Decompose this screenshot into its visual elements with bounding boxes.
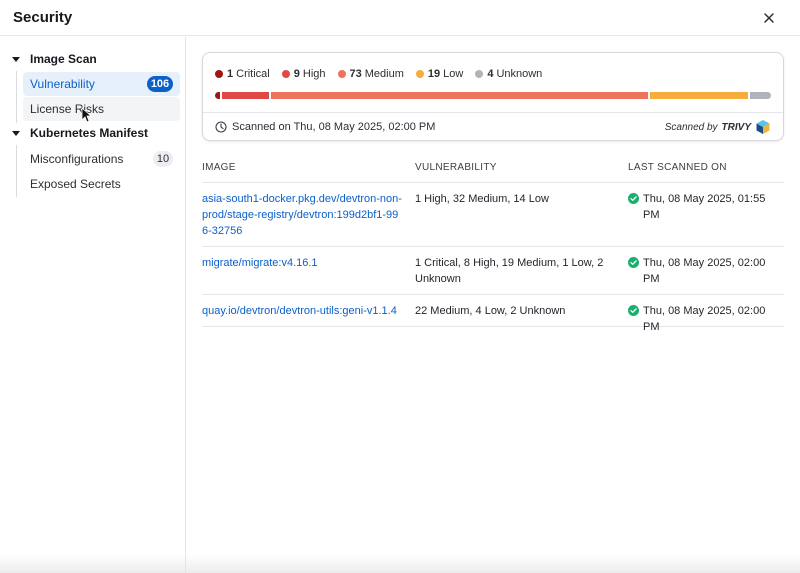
images-table: IMAGE VULNERABILITY LAST SCANNED ON asia… — [202, 152, 784, 333]
scanner-name: TRIVY — [721, 121, 751, 133]
caret-down-icon — [12, 130, 20, 136]
legend-unknown: 4 Unknown — [475, 68, 542, 80]
last-scanned-text: Thu, 08 May 2025, 02:00 PM — [643, 257, 766, 285]
bar-segment-high — [222, 92, 269, 99]
legend-label: Critical — [236, 68, 270, 80]
image-cell: asia-south1-docker.pkg.dev/devtron-non-p… — [202, 183, 415, 246]
severity-distribution-bar — [215, 92, 771, 99]
legend-label: Low — [443, 68, 464, 80]
bar-segment-unknown — [750, 92, 771, 99]
sidebar-item-exposed-secrets[interactable]: Exposed Secrets — [23, 172, 180, 196]
last-scanned-cell: Thu, 08 May 2025, 02:00 PM — [628, 295, 784, 333]
high-dot-icon — [281, 70, 290, 78]
bar-segment-critical — [215, 92, 221, 99]
legend-low: 19 Low — [415, 68, 464, 80]
summary-footer: Scanned on Thu, 08 May 2025, 02:00 PM Sc… — [203, 112, 783, 141]
legend-count: 1 — [227, 68, 234, 80]
image-cell: quay.io/devtron/devtron-utils:geni-v1.1.… — [202, 295, 415, 326]
success-check-icon — [628, 193, 639, 204]
legend-count: 73 — [349, 68, 362, 80]
success-check-icon — [628, 305, 639, 316]
table-row[interactable]: migrate/migrate:v4.16.1 1 Critical, 8 Hi… — [202, 247, 784, 295]
sidebar-item-misconfigurations[interactable]: Misconfigurations 10 — [23, 147, 180, 171]
scanned-by: Scanned by TRIVY — [665, 119, 771, 135]
group-label: Image Scan — [30, 52, 97, 66]
sidebar-item-license-risks[interactable]: License Risks — [23, 97, 180, 121]
image-link[interactable]: quay.io/devtron/devtron-utils:geni-v1.1.… — [202, 305, 397, 317]
tree-line — [16, 145, 17, 197]
image-cell: migrate/migrate:v4.16.1 — [202, 247, 415, 294]
table-header: IMAGE VULNERABILITY LAST SCANNED ON — [202, 152, 784, 183]
success-check-icon — [628, 257, 639, 268]
scanned-by-label: Scanned by — [664, 121, 718, 133]
tree-line — [16, 71, 17, 123]
unknown-dot-icon — [475, 70, 484, 78]
trivy-logo-icon — [756, 120, 770, 134]
last-scanned-text: Thu, 08 May 2025, 02:00 PM — [643, 305, 766, 333]
bar-segment-medium — [270, 92, 649, 99]
critical-dot-icon — [215, 70, 223, 78]
page-title: Security — [13, 9, 73, 26]
count-badge: 10 — [153, 151, 173, 167]
last-scanned-text: Thu, 08 May 2025, 01:55 PM — [643, 193, 766, 221]
close-icon[interactable] — [758, 7, 780, 29]
sidebar-item-label: License Risks — [30, 102, 105, 116]
legend-critical: 1 Critical — [215, 68, 270, 80]
legend-count: 19 — [427, 68, 441, 80]
mouse-cursor-icon — [81, 107, 91, 123]
scanned-on: Scanned on Thu, 08 May 2025, 02:00 PM — [215, 121, 435, 133]
legend-label: High — [302, 68, 326, 80]
severity-legend: 1 Critical 9 High 73 Medium 19 Low 4 Unk… — [215, 68, 542, 80]
legend-count: 9 — [293, 68, 300, 80]
column-header-vulnerability: VULNERABILITY — [415, 161, 497, 173]
sidebar: Image Scan Vulnerability 106 License Ris… — [0, 37, 186, 573]
last-scanned-cell: Thu, 08 May 2025, 01:55 PM — [628, 183, 784, 246]
medium-dot-icon — [337, 70, 346, 78]
group-image-scan[interactable]: Image Scan — [12, 49, 97, 69]
sidebar-item-label: Vulnerability — [30, 77, 95, 91]
column-header-image: IMAGE — [202, 161, 236, 173]
sidebar-item-label: Misconfigurations — [30, 152, 124, 166]
image-link[interactable]: migrate/migrate:v4.16.1 — [202, 257, 318, 269]
legend-label: Medium — [364, 68, 404, 80]
bottom-shadow — [0, 555, 800, 573]
column-header-last-scanned: LAST SCANNED ON — [628, 161, 727, 173]
legend-high: 9 High — [281, 68, 326, 80]
sidebar-item-label: Exposed Secrets — [30, 177, 121, 191]
bar-segment-low — [650, 92, 749, 99]
low-dot-icon — [415, 70, 424, 78]
vulnerability-summary-card: 1 Critical 9 High 73 Medium 19 Low 4 Unk… — [202, 52, 784, 141]
last-scanned-cell: Thu, 08 May 2025, 02:00 PM — [628, 247, 784, 294]
group-label: Kubernetes Manifest — [30, 126, 149, 140]
scanned-on-text: Scanned on Thu, 08 May 2025, 02:00 PM — [232, 121, 436, 133]
legend-label: Unknown — [496, 68, 543, 80]
image-link[interactable]: asia-south1-docker.pkg.dev/devtron-non-p… — [202, 191, 402, 239]
table-row[interactable]: quay.io/devtron/devtron-utils:geni-v1.1.… — [202, 295, 784, 333]
modal-header: Security — [0, 0, 800, 36]
legend-count: 4 — [487, 68, 494, 80]
vulnerability-cell: 1 High, 32 Medium, 14 Low — [415, 193, 549, 205]
legend-medium: 73 Medium — [337, 68, 404, 80]
table-row[interactable]: asia-south1-docker.pkg.dev/devtron-non-p… — [202, 183, 784, 247]
count-badge: 106 — [147, 76, 173, 92]
group-kubernetes-manifest[interactable]: Kubernetes Manifest — [12, 123, 148, 143]
sidebar-item-vulnerability[interactable]: Vulnerability 106 — [23, 72, 180, 96]
vulnerability-cell: 1 Critical, 8 High, 19 Medium, 1 Low, 2 … — [415, 257, 604, 285]
vulnerability-cell: 22 Medium, 4 Low, 2 Unknown — [415, 305, 566, 317]
caret-down-icon — [12, 56, 20, 62]
clock-icon — [215, 121, 227, 133]
